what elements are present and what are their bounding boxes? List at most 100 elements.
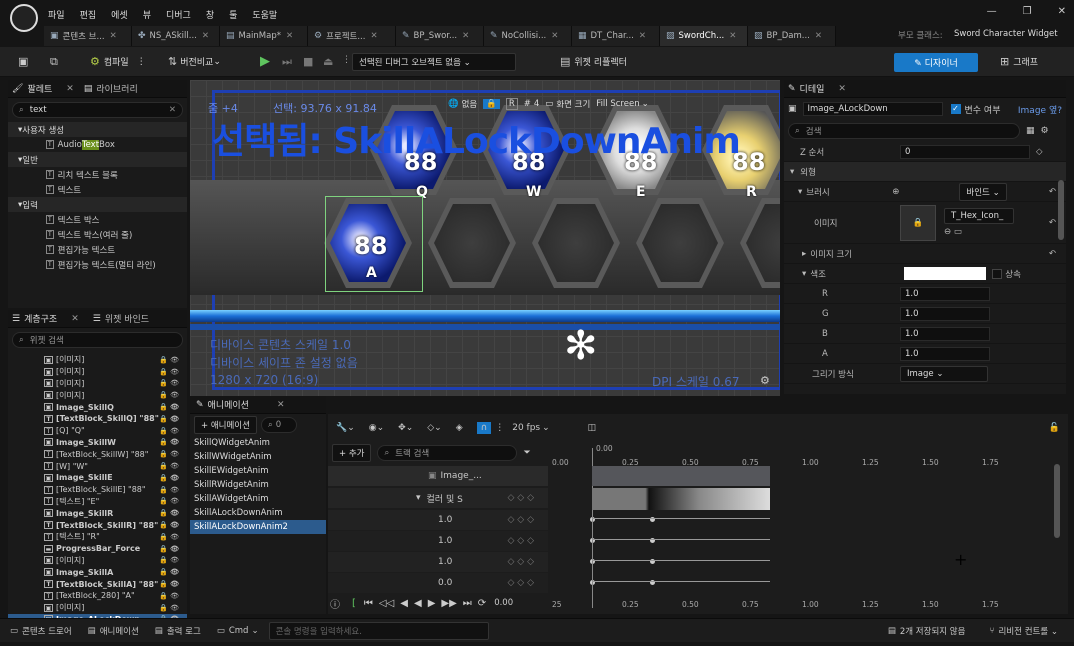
hierarchy-item[interactable]: T [TextBlock_280] "A" 🔒 👁 bbox=[8, 590, 187, 602]
animation-list-item[interactable]: SkillAWidgetAnim bbox=[190, 492, 326, 506]
debug-object-select[interactable]: 선택된 디버그 오브젝트 없음 ⌄ bbox=[352, 53, 516, 71]
prev-key-icon[interactable]: ◁◁ bbox=[379, 598, 394, 609]
none-label[interactable]: 없음 bbox=[462, 98, 478, 110]
eye-icon[interactable]: ◉⌄ bbox=[369, 423, 384, 433]
document-tab[interactable]: ⚙ 프로젝트... ✕ bbox=[308, 26, 396, 46]
visibility-icon[interactable]: 🔒 👁 bbox=[159, 556, 179, 564]
key-nav-icon[interactable]: ◇ ◇ ◇ bbox=[508, 515, 535, 525]
palette-item[interactable]: T 편집가능 텍스트 bbox=[8, 242, 187, 257]
library-tab[interactable]: 라이브러리 bbox=[96, 82, 137, 95]
key-nav-icon[interactable]: ◇ ◇ ◇ bbox=[508, 578, 535, 588]
keyframe-icon[interactable]: ◇ bbox=[1036, 147, 1043, 157]
palette-section[interactable]: ▾ 입력 bbox=[8, 197, 187, 212]
hierarchy-close-icon[interactable]: ✕ bbox=[71, 314, 79, 324]
stop-icon[interactable]: ■ bbox=[303, 55, 313, 68]
hierarchy-item[interactable]: ▣ [이미지] 🔒 👁 bbox=[8, 555, 187, 567]
fps-select[interactable]: 20 fps bbox=[512, 423, 540, 433]
hierarchy-item[interactable]: T [TextBlock_SkillA] "88" 🔒 👁 bbox=[8, 578, 187, 590]
palette-search[interactable]: ⌕ text ✕ bbox=[12, 102, 183, 118]
track-value-row[interactable]: 1.0 ◇ ◇ ◇ bbox=[328, 510, 548, 530]
hierarchy-item[interactable]: T [Q] "Q" 🔒 👁 bbox=[8, 425, 187, 437]
visibility-icon[interactable]: 🔒 👁 bbox=[159, 368, 179, 376]
tab-close-icon[interactable]: ✕ bbox=[551, 31, 558, 41]
snap-icon[interactable]: ✥⌄ bbox=[398, 423, 413, 433]
screen-size[interactable]: 화면 크기 bbox=[556, 98, 590, 110]
document-tab[interactable]: ▤ MainMap* ✕ bbox=[220, 26, 308, 46]
lock-icon[interactable]: 🔓 bbox=[1049, 423, 1060, 433]
visibility-icon[interactable]: 🔒 👁 bbox=[159, 403, 179, 411]
save-icon[interactable]: ▣ bbox=[18, 55, 28, 68]
visibility-icon[interactable]: 🔒 👁 bbox=[159, 391, 179, 399]
cmd-select[interactable]: Cmd bbox=[229, 626, 249, 636]
visibility-icon[interactable]: 🔒 👁 bbox=[159, 497, 179, 505]
z-order-input[interactable]: 0 bbox=[900, 144, 1030, 159]
channel-input[interactable]: 1.0 bbox=[900, 306, 990, 321]
palette-tab[interactable]: 팔레트 bbox=[27, 82, 52, 95]
draw-as-select[interactable]: Image ⌄ bbox=[900, 365, 988, 382]
browse-icon[interactable]: ⧉ bbox=[50, 55, 58, 69]
track-color[interactable]: ▾ 컬러 및 S ◇ ◇ ◇ bbox=[328, 488, 548, 508]
fill-screen-select[interactable]: Fill Screen bbox=[596, 99, 639, 109]
minimize-icon[interactable]: — bbox=[987, 6, 997, 17]
visibility-icon[interactable]: 🔒 👁 bbox=[159, 592, 179, 600]
unreal-logo[interactable] bbox=[10, 4, 38, 32]
reset-icon[interactable]: ↶ bbox=[1049, 249, 1056, 259]
document-tab[interactable]: ▨ SwordCh... ✕ bbox=[660, 26, 748, 46]
widget-bind-tab[interactable]: 위젯 바인드 bbox=[105, 312, 149, 325]
lock-icon[interactable]: 🔒 bbox=[483, 99, 500, 109]
play-reverse-icon[interactable]: ◀ bbox=[414, 598, 422, 609]
add-animation-button[interactable]: + 애니메이션 bbox=[194, 416, 257, 434]
animation-list-item[interactable]: SkillEWidgetAnim bbox=[190, 464, 326, 478]
grid-icon[interactable]: # bbox=[524, 99, 531, 109]
visibility-icon[interactable]: 🔒 👁 bbox=[159, 379, 179, 387]
designer-button[interactable]: ✎ 디자이너 bbox=[894, 53, 978, 72]
hierarchy-item[interactable]: ▣ [이미지] 🔒 👁 bbox=[8, 366, 187, 378]
hierarchy-search[interactable]: ⌕ 위젯 검색 bbox=[12, 332, 183, 348]
document-tab[interactable]: ✤ NS_ASkill... ✕ bbox=[132, 26, 220, 46]
visibility-icon[interactable]: 🔒 👁 bbox=[159, 509, 179, 517]
palette-item[interactable]: T 텍스트 박스 bbox=[8, 212, 187, 227]
reset-icon[interactable]: ↶ bbox=[1049, 218, 1056, 228]
menu-item[interactable]: 파일 bbox=[48, 8, 65, 21]
designer-viewport[interactable]: 88 88 88 88 Q W E R 88 A 선택됨: SkillALock… bbox=[190, 80, 780, 396]
visibility-icon[interactable]: 🔒 👁 bbox=[159, 462, 179, 470]
hierarchy-item[interactable]: ▣ Image_SkillR 🔒 👁 bbox=[8, 507, 187, 519]
screen-size-icon[interactable]: ▭ bbox=[545, 99, 553, 109]
hierarchy-tab[interactable]: 계층구조 bbox=[24, 312, 57, 325]
goto-end-icon[interactable]: ⏭ bbox=[463, 598, 472, 609]
inherit-checkbox[interactable] bbox=[992, 268, 1003, 279]
widget-name-input[interactable]: Image_ALockDown bbox=[802, 102, 943, 116]
menu-item[interactable]: 창 bbox=[206, 8, 214, 21]
palette-item[interactable]: T 편집가능 텍스트(멀티 라인) bbox=[8, 257, 187, 272]
track-value-row[interactable]: 0.0 ◇ ◇ ◇ bbox=[328, 573, 548, 593]
menu-item[interactable]: 뷰 bbox=[143, 8, 151, 21]
hierarchy-item[interactable]: T [TextBlock_SkillE] "88" 🔒 👁 bbox=[8, 484, 187, 496]
menu-item[interactable]: 툴 bbox=[229, 8, 237, 21]
animation-list-item[interactable]: SkillALockDownAnim2 bbox=[190, 520, 326, 534]
close-icon[interactable]: ✕ bbox=[1058, 6, 1066, 17]
animation-search[interactable]: ⌕ 0 bbox=[260, 417, 297, 433]
hierarchy-item[interactable]: ▣ Image_SkillW 🔒 👁 bbox=[8, 437, 187, 449]
curve-editor-icon[interactable]: ◫ bbox=[588, 423, 597, 433]
hierarchy-item[interactable]: ▣ [이미지] 🔒 👁 bbox=[8, 378, 187, 390]
maximize-icon[interactable]: ❐ bbox=[1023, 6, 1032, 17]
transform-icon[interactable]: ◈ bbox=[456, 423, 463, 433]
hierarchy-item[interactable]: ▬ ProgressBar_Force 🔒 👁 bbox=[8, 543, 187, 555]
details-tab[interactable]: 디테일 bbox=[800, 82, 825, 95]
bind-select[interactable]: 바인드 ⌄ bbox=[959, 182, 1007, 201]
hierarchy-item[interactable]: T [TextBlock_SkillQ] "88" 🔒 👁 bbox=[8, 413, 187, 425]
animation-list-item[interactable]: SkillRWidgetAnim bbox=[190, 478, 326, 492]
visibility-icon[interactable]: 🔒 👁 bbox=[159, 486, 179, 494]
visibility-icon[interactable]: 🔒 👁 bbox=[159, 356, 179, 364]
eject-icon[interactable]: ⏏ bbox=[323, 55, 333, 68]
tab-close-icon[interactable]: ✕ bbox=[286, 31, 293, 41]
track-image[interactable]: ▣ Image_... bbox=[328, 466, 548, 486]
hierarchy-item[interactable]: ▣ [이미지] 🔒 👁 bbox=[8, 602, 187, 614]
hierarchy-item[interactable]: T [텍스트] "R" 🔒 👁 bbox=[8, 531, 187, 543]
palette-section[interactable]: ▾ 일반 bbox=[8, 152, 187, 167]
globe-icon[interactable]: 🌐 bbox=[448, 99, 459, 109]
console-input[interactable]: 콘솔 명령을 입력하세요. bbox=[268, 621, 489, 640]
filter-icon[interactable]: ⏷ bbox=[523, 448, 530, 458]
tab-close-icon[interactable]: ✕ bbox=[815, 31, 822, 41]
r-toggle[interactable]: R bbox=[505, 98, 518, 110]
